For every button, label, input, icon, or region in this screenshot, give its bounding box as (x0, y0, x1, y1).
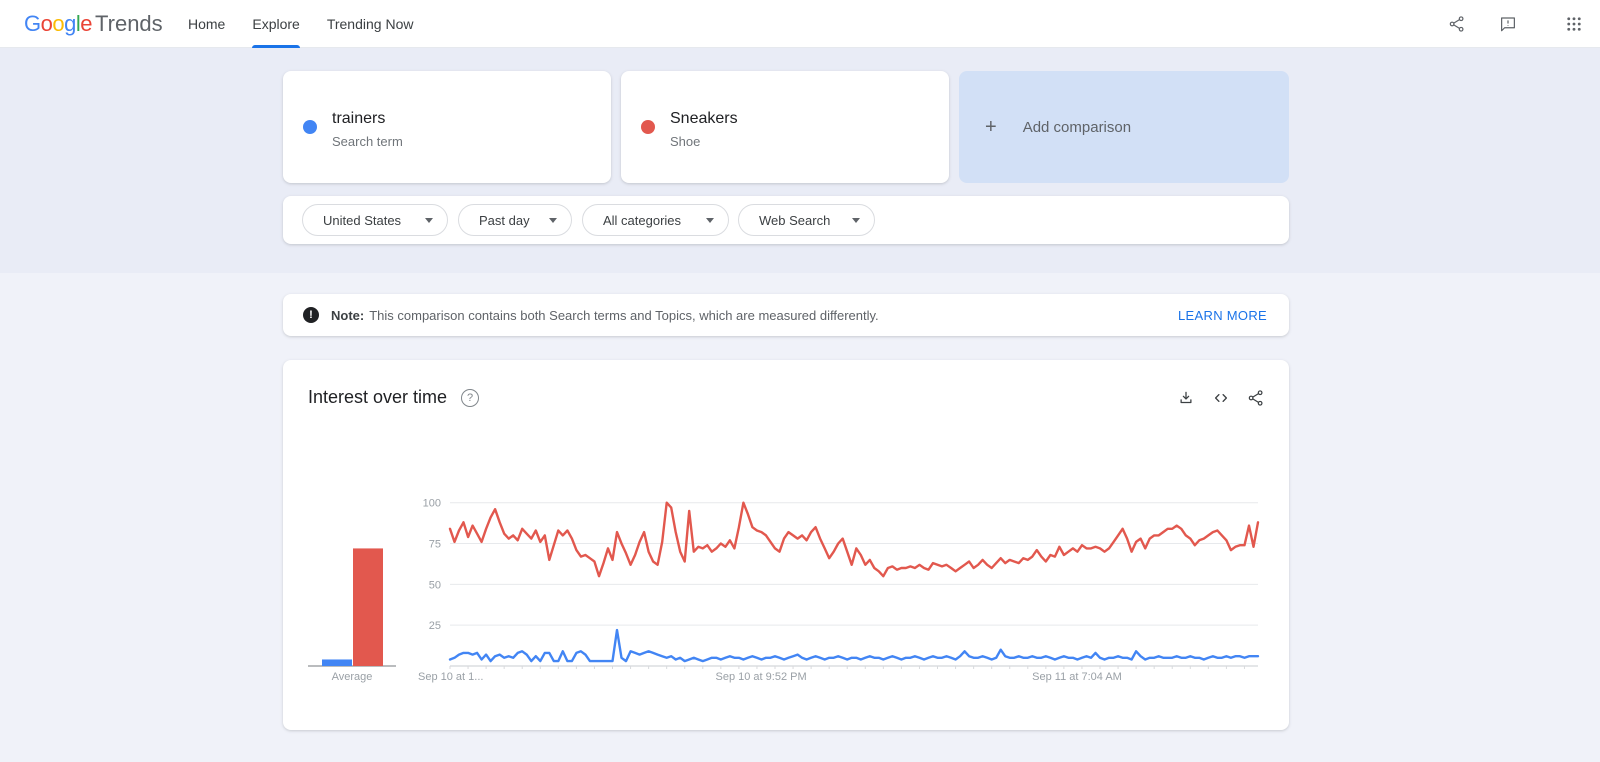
google-wordmark: Google (24, 11, 93, 36)
filter-category-dropdown[interactable]: All categories (582, 204, 729, 236)
svg-text:Sep 10 at 9:52 PM: Sep 10 at 9:52 PM (716, 671, 807, 683)
chart-toolbar (1177, 389, 1265, 407)
filter-region-value: United States (323, 212, 402, 228)
header: Google Trends Home Explore Trending Now (0, 0, 1600, 48)
svg-text:Sep 11 at 7:04 AM: Sep 11 at 7:04 AM (1032, 671, 1122, 683)
svg-text:100: 100 (423, 498, 441, 510)
svg-text:50: 50 (429, 579, 441, 591)
filter-searchtype-value: Web Search (759, 212, 831, 228)
add-comparison-label: Add comparison (1022, 118, 1132, 136)
chart-title-row: Interest over time ? (308, 387, 480, 408)
term-name: trainers (332, 110, 386, 127)
filter-time-value: Past day (479, 212, 530, 228)
embed-code-icon[interactable] (1212, 389, 1230, 407)
share-icon[interactable] (1247, 389, 1265, 407)
svg-text:Sep 10 at 1...: Sep 10 at 1... (418, 671, 483, 683)
google-trends-logo[interactable]: Google Trends (24, 0, 163, 48)
primary-nav: Home Explore Trending Now (188, 0, 413, 48)
term-card-sneakers[interactable]: Sneakers Shoe (621, 71, 949, 183)
feedback-icon[interactable] (1499, 15, 1517, 33)
interest-over-time-panel: Interest over time ? 25 50 75 100 Average Sep… (283, 360, 1289, 730)
learn-more-link[interactable]: LEARN MORE (1178, 308, 1267, 323)
plus-icon: + (985, 115, 997, 138)
chevron-down-icon (706, 217, 714, 223)
share-icon[interactable] (1448, 15, 1466, 33)
term-color-dot (641, 120, 655, 134)
add-comparison-button[interactable]: + Add comparison (959, 71, 1289, 183)
chevron-down-icon (549, 217, 557, 223)
svg-text:Average: Average (332, 671, 373, 683)
chart-title: Interest over time (308, 387, 448, 407)
chevron-down-icon (852, 217, 860, 223)
apps-grid-icon[interactable] (1565, 15, 1583, 33)
trends-wordmark: Trends (95, 11, 163, 36)
google-trends-explore-page: Google Trends Home Explore Trending Now (0, 0, 1600, 762)
filter-category-value: All categories (603, 212, 682, 228)
term-color-dot (303, 120, 317, 134)
nav-tab-explore[interactable]: Explore (252, 0, 301, 48)
help-icon[interactable]: ? (461, 388, 480, 407)
nav-tab-trending-now[interactable]: Trending Now (327, 0, 414, 48)
chevron-down-icon (425, 217, 433, 223)
filters-bar: United States Past day All categories We… (283, 196, 1289, 244)
filter-time-dropdown[interactable]: Past day (458, 204, 572, 236)
term-name: Sneakers (670, 110, 738, 127)
interest-over-time-chart: 25 50 75 100 Average Sep 10 at 1... Sep 10 at … (308, 498, 1260, 683)
filter-searchtype-dropdown[interactable]: Web Search (738, 204, 875, 236)
note-prefix: Note: (331, 307, 365, 323)
note-banner: ! Note: This comparison contains both Se… (283, 294, 1289, 336)
filter-region-dropdown[interactable]: United States (302, 204, 448, 236)
svg-text:75: 75 (429, 539, 441, 551)
term-type: Search term (332, 134, 403, 149)
note-text: This comparison contains both Search ter… (369, 307, 879, 323)
svg-text:25: 25 (429, 620, 441, 632)
alert-icon: ! (303, 307, 319, 323)
nav-tab-home[interactable]: Home (188, 0, 225, 48)
download-icon[interactable] (1177, 389, 1195, 407)
term-card-trainers[interactable]: trainers Search term (283, 71, 611, 183)
term-type: Shoe (670, 134, 701, 149)
